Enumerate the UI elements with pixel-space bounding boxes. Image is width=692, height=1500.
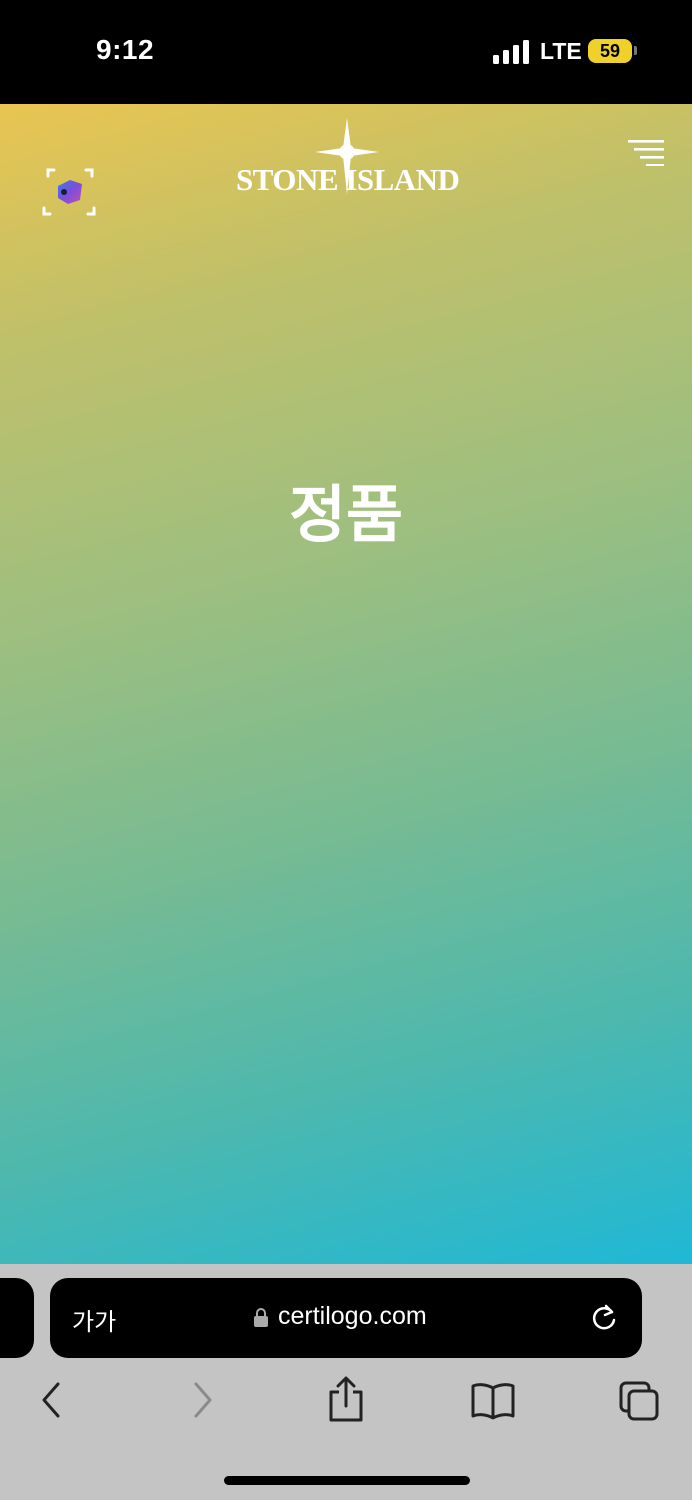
address-bar[interactable]: 가가 certilogo.com bbox=[50, 1278, 642, 1358]
network-label: LTE bbox=[540, 38, 582, 64]
main-content: STONE ISLAND 정품 bbox=[0, 104, 692, 1264]
url-text[interactable]: certilogo.com bbox=[278, 1302, 427, 1331]
screen: 9:12 LTE 59 STONE ISLAND 정품 가가 certilogo… bbox=[0, 0, 692, 1500]
previous-tab[interactable] bbox=[0, 1278, 34, 1358]
scan-icon[interactable] bbox=[42, 164, 98, 220]
battery-indicator: 59 bbox=[588, 39, 632, 63]
brand-logo[interactable]: STONE ISLAND bbox=[236, 118, 460, 218]
menu-icon[interactable] bbox=[628, 140, 664, 166]
forward-icon[interactable] bbox=[188, 1378, 216, 1422]
bookmarks-icon[interactable] bbox=[470, 1382, 516, 1420]
text-size-button[interactable]: 가가 bbox=[72, 1302, 116, 1337]
brand-name: STONE ISLAND bbox=[236, 162, 460, 197]
home-indicator[interactable] bbox=[224, 1476, 470, 1485]
battery-tip bbox=[634, 46, 637, 55]
back-icon[interactable] bbox=[38, 1378, 66, 1422]
signal-icon bbox=[493, 40, 529, 64]
browser-toolbar: 가가 certilogo.com bbox=[0, 1264, 692, 1500]
tabs-icon[interactable] bbox=[618, 1380, 660, 1422]
share-icon[interactable] bbox=[326, 1376, 366, 1424]
status-bar: 9:12 LTE 59 bbox=[0, 0, 692, 104]
status-time: 9:12 bbox=[96, 34, 155, 65]
reload-icon[interactable] bbox=[590, 1302, 618, 1334]
authenticity-result: 정품 bbox=[288, 478, 404, 551]
lock-icon bbox=[254, 1308, 268, 1327]
